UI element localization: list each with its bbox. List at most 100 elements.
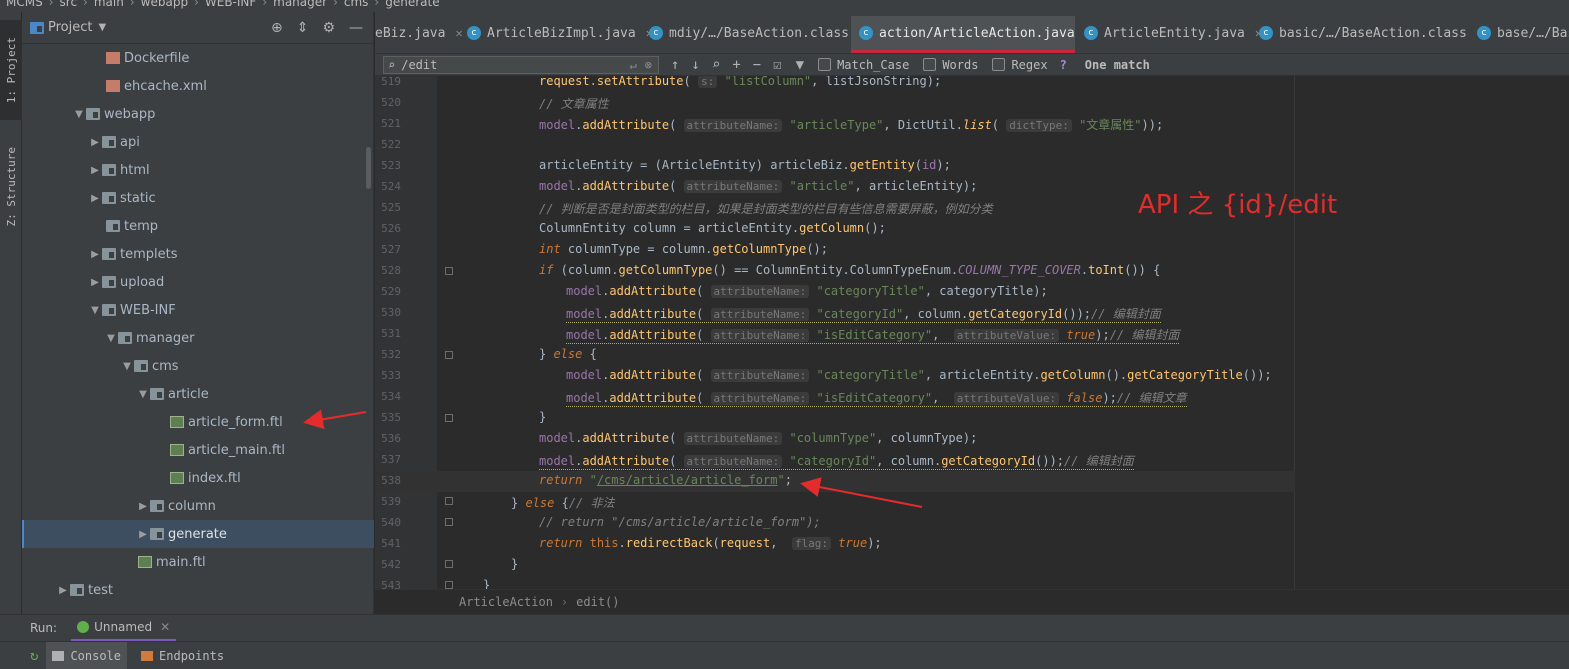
chevron-down-icon[interactable]: ▼ (98, 22, 106, 33)
tab-articleentity[interactable]: cArticleEntity.java✕ (1084, 22, 1262, 44)
new-line-icon[interactable]: ↵ (630, 58, 637, 72)
chevron-down-icon[interactable]: ▼ (120, 361, 134, 372)
tree-item-upload[interactable]: ▶ upload (22, 268, 374, 296)
chevron-right-icon[interactable]: ▶ (88, 137, 102, 148)
code-editor[interactable]: 519 520 521 522 523 524 525 526 527 528 529 530 531 5… (375, 76, 1569, 589)
close-icon[interactable]: ✕ (160, 620, 170, 634)
run-config-tab[interactable]: Unnamed ✕ (71, 615, 177, 642)
minimize-icon[interactable]: — (349, 20, 363, 36)
crumb-method[interactable]: edit() (576, 595, 619, 609)
code-line-537: model.addAttribute( attributeName: "cate… (539, 454, 1134, 470)
fold-marker-icon[interactable] (445, 351, 453, 359)
restart-icon[interactable]: ↻ (30, 648, 38, 664)
crumb-src[interactable]: src (60, 0, 78, 9)
code-line-520: // 文章属性 (539, 97, 609, 111)
tree-item-test[interactable]: ▶ test (22, 576, 374, 604)
fold-marker-icon[interactable] (445, 560, 453, 568)
tree-item-index[interactable]: index.ftl (22, 464, 374, 492)
clear-icon[interactable]: ⊗ (645, 58, 652, 72)
chevron-down-icon[interactable]: ▼ (136, 389, 150, 400)
tree-item-webapp[interactable]: ▼ webapp (22, 100, 374, 128)
structure-tool-tab[interactable]: Z: Structure (0, 132, 22, 242)
select-all-occurrences-icon[interactable]: ☑ (773, 57, 781, 73)
crumb-generate[interactable]: generate (385, 0, 439, 9)
fold-marker-icon[interactable] (445, 267, 453, 275)
find-all-icon[interactable]: ⌕ (712, 57, 720, 73)
next-occurrence-icon[interactable]: ↓ (691, 57, 699, 73)
fold-marker-icon[interactable] (445, 518, 453, 526)
line-number: 532 (381, 348, 401, 361)
tree-item-web-inf[interactable]: ▼ WEB-INF (22, 296, 374, 324)
fold-marker-icon[interactable] (445, 414, 453, 422)
crumb-main[interactable]: main (94, 0, 124, 9)
crumb-webapp[interactable]: webapp (141, 0, 188, 9)
tree-item-generate[interactable]: ▶ generate (22, 520, 374, 548)
regex-checkbox[interactable]: Regex (992, 58, 1048, 72)
endpoints-tab[interactable]: Endpoints (135, 642, 230, 669)
crumb-mcms[interactable]: MCMS (6, 0, 43, 9)
chevron-right-icon[interactable]: ▶ (136, 501, 150, 512)
checkbox-box[interactable] (923, 58, 937, 71)
tab-ebiz[interactable]: eBiz.java ✕ (375, 22, 463, 44)
chevron-right-icon[interactable]: ▶ (88, 165, 102, 176)
tab-mdiy-baseaction[interactable]: cmdiy/…/BaseAction.class✕ (649, 22, 866, 44)
crumb-cms[interactable]: cms (344, 0, 369, 9)
chevron-right-icon[interactable]: ▶ (88, 193, 102, 204)
tree-item-ehcache[interactable]: ehcache.xml (22, 72, 374, 100)
crumb-web-inf[interactable]: WEB-INF (205, 0, 256, 9)
tab-basic-baseaction[interactable]: cbasic/…/BaseAction.class✕ (1259, 22, 1484, 44)
chevron-right-icon[interactable]: ▶ (88, 277, 102, 288)
locate-file-icon[interactable]: ⊕ (271, 20, 283, 36)
console-tab[interactable]: Console (46, 641, 128, 669)
tab-articlebizimpl[interactable]: cArticleBizImpl.java✕ (467, 22, 653, 44)
gear-icon[interactable]: ⚙ (322, 20, 335, 36)
project-tool-tab[interactable]: 1: Project (0, 20, 22, 120)
crumb-manager[interactable]: manager (273, 0, 327, 9)
tree-item-column[interactable]: ▶ column (22, 492, 374, 520)
tree-item-api[interactable]: ▶ api (22, 128, 374, 156)
project-scrollbar[interactable] (366, 147, 371, 189)
collapse-all-icon[interactable]: ⇕ (297, 20, 309, 36)
fold-marker-icon[interactable] (445, 581, 453, 589)
line-number: 536 (381, 432, 401, 445)
fold-marker-icon[interactable] (445, 497, 453, 505)
search-icon[interactable]: ⌕ (388, 58, 395, 72)
previous-occurrence-icon[interactable]: ↑ (671, 57, 679, 73)
add-selection-icon[interactable]: + (732, 57, 740, 73)
tree-item-html[interactable]: ▶ html (22, 156, 374, 184)
tab-articleaction[interactable]: caction/ArticleAction.java✕ (859, 22, 1092, 44)
tree-item-templets[interactable]: ▶ templets (22, 240, 374, 268)
line-number: 540 (381, 516, 401, 529)
chevron-right-icon[interactable]: ▶ (56, 585, 70, 596)
crumb-class[interactable]: ArticleAction (459, 595, 553, 609)
tree-item-article[interactable]: ▼ article (22, 380, 374, 408)
tree-item-article-form[interactable]: article_form.ftl (22, 408, 374, 436)
tree-item-manager[interactable]: ▼ manager (22, 324, 374, 352)
chevron-down-icon[interactable]: ▼ (104, 333, 118, 344)
tree-item-main-ftl[interactable]: main.ftl (22, 548, 374, 576)
tree-item-dockerfile[interactable]: Dockerfile (22, 44, 374, 72)
close-icon[interactable]: ✕ (455, 26, 462, 40)
remove-selection-icon[interactable]: − (753, 57, 761, 73)
search-input[interactable] (401, 57, 602, 72)
words-checkbox[interactable]: Words (923, 58, 978, 72)
checkbox-box[interactable] (818, 58, 832, 71)
code-line-521: model.addAttribute( attributeName: "arti… (539, 118, 1164, 132)
chevron-right-icon[interactable]: ▶ (136, 529, 150, 540)
search-field[interactable]: ⌕ ↵ ⊗ (383, 55, 659, 74)
tree-item-article-main[interactable]: article_main.ftl (22, 436, 374, 464)
tree-item-temp[interactable]: temp (22, 212, 374, 240)
chevron-right-icon[interactable]: ▶ (88, 249, 102, 260)
tree-item-cms[interactable]: ▼ cms (22, 352, 374, 380)
right-margin-guide (1294, 76, 1295, 589)
chevron-down-icon[interactable]: ▼ (88, 305, 102, 316)
project-panel-title[interactable]: Project (48, 20, 92, 35)
chevron-down-icon[interactable]: ▼ (72, 109, 86, 120)
match-case-checkbox[interactable]: Match_Case (818, 58, 909, 72)
checkbox-box[interactable] (992, 58, 1006, 71)
tab-base-baseaction[interactable]: c base/…/Bas (1477, 22, 1569, 44)
regex-help-icon[interactable]: ? (1060, 58, 1067, 72)
tree-item-static[interactable]: ▶ static (22, 184, 374, 212)
class-icon: c (859, 26, 873, 40)
filter-icon[interactable]: ▼ (796, 57, 804, 73)
